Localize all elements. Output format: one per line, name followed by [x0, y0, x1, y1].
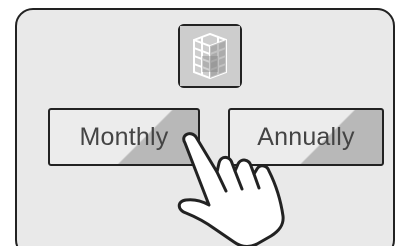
- hand-pointer-icon: [165, 125, 305, 246]
- cube-logo-icon: [178, 24, 242, 88]
- monthly-option-label: Monthly: [79, 122, 169, 151]
- screen: Monthly Annually: [0, 0, 395, 246]
